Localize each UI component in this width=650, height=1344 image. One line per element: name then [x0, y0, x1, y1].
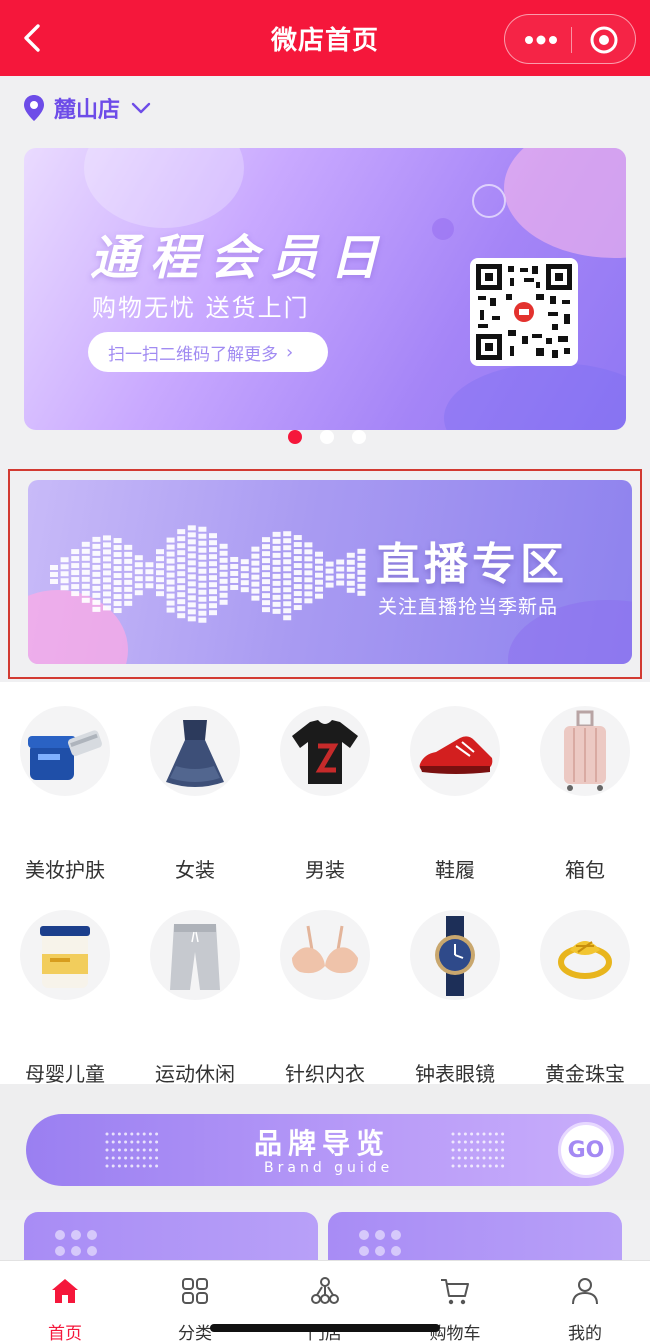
banner-subtitle: 购物无忧 送货上门: [92, 294, 310, 322]
sound-wave-icon: [50, 525, 366, 623]
member-day-banner[interactable]: 通程会员日 购物无忧 送货上门 扫一扫二维码了解更多 ›: [24, 148, 626, 430]
home-indicator: [210, 1324, 440, 1332]
banner-decoration: [432, 218, 454, 240]
brand-guide-banner[interactable]: 品牌导览 Brand guide GO: [26, 1114, 624, 1186]
category-label: 鞋履: [435, 858, 475, 882]
banner-cta-button[interactable]: 扫一扫二维码了解更多 ›: [88, 332, 328, 372]
banner-decoration: [84, 148, 244, 228]
banner-title: 通程会员日: [90, 230, 391, 286]
category-item-lingerie[interactable]: 针织内衣: [260, 910, 390, 1087]
mini-program-capsule: [504, 14, 636, 64]
top-nav-bar: 微店首页: [0, 0, 650, 76]
category-item-beauty[interactable]: 美妆护肤: [0, 706, 130, 883]
dot-pattern-icon: [55, 1230, 97, 1256]
gold-ring-icon: [540, 910, 630, 1000]
category-label: 针织内衣: [285, 1062, 365, 1086]
tshirt-icon: [280, 706, 370, 796]
live-zone-subtitle: 关注直播抢当季新品: [378, 596, 559, 618]
cart-icon: [441, 1279, 469, 1305]
bra-icon: [280, 910, 370, 1000]
banner-cta-label: 扫一扫二维码了解更多: [108, 344, 278, 365]
tab-profile[interactable]: 我的: [520, 1261, 650, 1344]
carousel-dot-active[interactable]: [288, 430, 302, 444]
category-item-baby[interactable]: 母婴儿童: [0, 910, 130, 1087]
category-item-jewelry[interactable]: 黄金珠宝: [520, 910, 650, 1087]
live-zone-banner[interactable]: 直播专区 关注直播抢当季新品: [28, 480, 632, 664]
dot-pattern-icon: [451, 1132, 505, 1168]
category-label: 钟表眼镜: [415, 1062, 495, 1086]
category-label: 箱包: [565, 858, 605, 882]
grid-icon: [182, 1278, 208, 1304]
category-item-womens[interactable]: 女装: [130, 706, 260, 883]
category-item-mens[interactable]: 男装: [260, 706, 390, 883]
category-label: 女装: [175, 858, 215, 882]
dot-pattern-icon: [359, 1230, 401, 1256]
live-zone-title: 直播专区: [376, 539, 568, 590]
tab-label: 我的: [568, 1324, 602, 1344]
category-item-watches[interactable]: 钟表眼镜: [390, 910, 520, 1087]
category-label: 男装: [305, 858, 345, 882]
chevron-down-icon: [131, 102, 151, 114]
carousel-dot[interactable]: [320, 430, 334, 444]
qr-code-icon: [470, 258, 578, 366]
store-network-icon: [311, 1277, 339, 1304]
user-icon: [572, 1278, 598, 1305]
close-program-icon[interactable]: [589, 25, 619, 55]
watch-icon: [410, 910, 500, 1000]
store-selector[interactable]: 麓山店: [22, 92, 152, 124]
go-button[interactable]: GO: [558, 1122, 614, 1178]
category-item-bags[interactable]: 箱包: [520, 706, 650, 883]
skincare-jar-icon: [20, 706, 110, 796]
banner-decoration: [472, 184, 506, 218]
home-icon: [52, 1279, 78, 1303]
location-pin-icon: [24, 95, 44, 121]
category-label: 运动休闲: [155, 1062, 235, 1086]
capsule-divider: [571, 27, 572, 53]
category-label: 美妆护肤: [25, 858, 105, 882]
dot-pattern-icon: [105, 1132, 159, 1168]
highlight-frame: 直播专区 关注直播抢当季新品: [8, 469, 642, 679]
suitcase-icon: [540, 706, 630, 796]
dress-icon: [150, 706, 240, 796]
category-label: 黄金珠宝: [545, 1062, 625, 1086]
category-label: 母婴儿童: [25, 1062, 105, 1086]
tab-label: 首页: [48, 1324, 82, 1344]
carousel-indicator: [288, 430, 366, 444]
banner-decoration: [504, 148, 626, 258]
carousel-dot[interactable]: [352, 430, 366, 444]
tab-home[interactable]: 首页: [0, 1261, 130, 1344]
category-item-sports[interactable]: 运动休闲: [130, 910, 260, 1087]
brand-guide-section: 品牌导览 Brand guide GO: [0, 1084, 650, 1200]
sneaker-icon: [410, 706, 500, 796]
chevron-right-icon: ›: [286, 341, 294, 363]
brand-guide-subtitle: Brand guide: [264, 1160, 394, 1176]
category-item-shoes[interactable]: 鞋履: [390, 706, 520, 883]
more-options-icon[interactable]: [523, 31, 559, 49]
category-grid: 美妆护肤 女装 男装 鞋履 箱包 母婴儿童 运动休闲 针织内衣 钟表眼镜 黄金珠…: [0, 682, 650, 1087]
formula-can-icon: [20, 910, 110, 1000]
brand-guide-title: 品牌导览: [254, 1127, 391, 1160]
store-name: 麓山店: [54, 98, 121, 123]
shorts-icon: [150, 910, 240, 1000]
banner-decoration: [444, 363, 626, 430]
